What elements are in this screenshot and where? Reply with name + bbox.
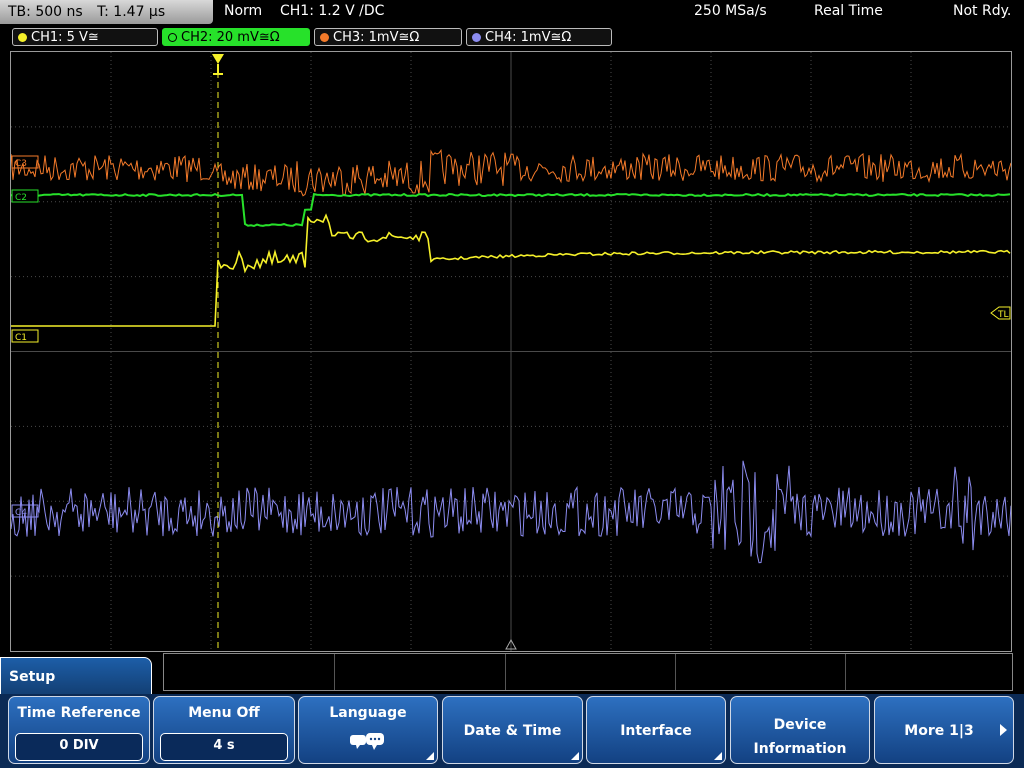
ch2-color-icon <box>168 33 177 42</box>
ch4-offset-label: C4 <box>15 508 27 518</box>
device-information-button[interactable]: Device Information <box>730 696 870 764</box>
trigger-level-label: TL <box>997 310 1009 320</box>
timebase-box[interactable]: TB: 500 ns T: 1.47 µs <box>0 0 213 24</box>
speech-bubbles-icon <box>350 733 384 750</box>
ch1-color-icon <box>18 33 27 42</box>
softkey-label: Menu Off <box>188 705 260 721</box>
softkey-label: Time Reference <box>17 705 141 721</box>
trigger-source[interactable]: CH1: 1.2 V /DC <box>280 3 384 19</box>
sample-rate: 250 MSa/s <box>694 3 767 19</box>
strip-divider <box>505 654 506 690</box>
next-page-arrow-icon <box>1000 724 1007 736</box>
channel-tab-4[interactable]: CH4: 1mV≅Ω <box>466 28 612 46</box>
menu-off-value: 4 s <box>160 733 288 761</box>
time-reference-value: 0 DIV <box>15 733 143 761</box>
acquisition-status: Not Rdy. <box>953 3 1012 19</box>
strip-divider <box>845 654 846 690</box>
channel-tab-2[interactable]: CH2: 20 mV≅Ω <box>162 28 310 46</box>
softkey-label: More 1|3 <box>904 723 974 739</box>
submenu-indicator-icon <box>426 752 434 760</box>
submenu-indicator-icon <box>714 752 722 760</box>
ch4-color-icon <box>472 33 481 42</box>
softkey-bar: Time Reference 0 DIV Menu Off 4 s Langua… <box>0 694 1024 768</box>
ch1-offset-label: C1 <box>15 333 27 343</box>
softkey-label: Interface <box>620 723 692 739</box>
submenu-indicator-icon <box>571 752 579 760</box>
date-time-button[interactable]: Date & Time <box>442 696 583 764</box>
menu-off-button[interactable]: Menu Off 4 s <box>153 696 295 764</box>
channel-tab-label: CH3: 1mV≅Ω <box>333 30 420 45</box>
ch2-offset-label: C2 <box>15 193 27 203</box>
softkey-label-line1: Device <box>773 717 827 733</box>
more-button[interactable]: More 1|3 <box>874 696 1014 764</box>
acquisition-mode: Real Time <box>814 3 883 19</box>
timebase-value: TB: 500 ns <box>8 4 83 20</box>
strip-divider <box>334 654 335 690</box>
waveform-display[interactable]: TL C1 C2 C3 C4 <box>10 51 1012 652</box>
waveform-canvas: TL C1 C2 C3 C4 <box>11 52 1011 651</box>
softkey-label: Language <box>329 705 407 721</box>
channel-tab-3[interactable]: CH3: 1mV≅Ω <box>314 28 462 46</box>
info-strip <box>163 653 1013 691</box>
menu-title-tab: Setup <box>0 657 152 697</box>
channel-tab-1[interactable]: CH1: 5 V≅ <box>12 28 158 46</box>
softkey-label: Date & Time <box>463 723 562 739</box>
graticule <box>11 52 1011 651</box>
ch3-color-icon <box>320 33 329 42</box>
strip-divider <box>675 654 676 690</box>
channel-tab-label: CH2: 20 mV≅Ω <box>181 30 280 45</box>
channel-tab-label: CH4: 1mV≅Ω <box>485 30 572 45</box>
menu-title: Setup <box>9 669 56 685</box>
language-button[interactable]: Language <box>298 696 438 764</box>
ch3-offset-label: C3 <box>15 159 27 169</box>
softkey-label: Device Information <box>731 713 869 761</box>
trigger-position-marker-icon[interactable] <box>212 54 224 64</box>
trigger-mode[interactable]: Norm <box>224 3 262 19</box>
interface-button[interactable]: Interface <box>586 696 726 764</box>
channel-tab-label: CH1: 5 V≅ <box>31 30 99 45</box>
time-reference-button[interactable]: Time Reference 0 DIV <box>8 696 150 764</box>
status-bar: TB: 500 ns T: 1.47 µs Norm CH1: 1.2 V /D… <box>0 0 1024 26</box>
softkey-label-line2: Information <box>753 741 847 757</box>
trigger-time: T: 1.47 µs <box>97 4 166 20</box>
